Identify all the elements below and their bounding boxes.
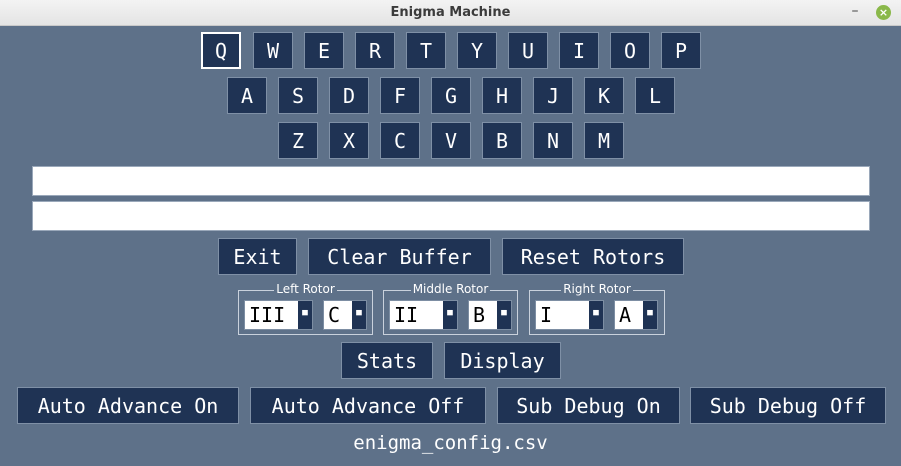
middle-rotor-select[interactable]: II ▄ xyxy=(389,300,458,330)
input-field[interactable] xyxy=(32,166,870,196)
middle-rotor-value: II xyxy=(394,303,419,327)
sub-debug-off-button[interactable]: Sub Debug Off xyxy=(690,387,886,424)
key-f[interactable]: F xyxy=(380,77,420,114)
key-t[interactable]: T xyxy=(406,32,446,69)
window-title: Enigma Machine xyxy=(390,5,511,20)
key-i[interactable]: I xyxy=(559,32,599,69)
right-rotor-group: Right Rotor I ▄ A ▄ xyxy=(529,282,665,335)
key-c[interactable]: C xyxy=(380,122,420,159)
key-z[interactable]: Z xyxy=(278,122,318,159)
left-rotor-group: Left Rotor III ▄ C ▄ xyxy=(238,282,373,335)
exit-button[interactable]: Exit xyxy=(218,238,297,275)
key-m[interactable]: M xyxy=(584,122,624,159)
middle-rotor-group: Middle Rotor II ▄ B ▄ xyxy=(383,282,518,335)
key-d[interactable]: D xyxy=(329,77,369,114)
middle-rotor-position-value: B xyxy=(473,303,486,327)
key-e[interactable]: E xyxy=(304,32,344,69)
left-rotor-label: Left Rotor xyxy=(274,282,337,296)
dropdown-arrow-icon[interactable]: ▄ xyxy=(352,301,366,329)
config-filename: enigma_config.csv xyxy=(353,432,548,454)
key-q[interactable]: Q xyxy=(201,32,241,69)
dropdown-arrow-icon[interactable]: ▄ xyxy=(589,301,603,329)
auto-advance-off-button[interactable]: Auto Advance Off xyxy=(250,387,486,424)
close-icon[interactable]: × xyxy=(876,5,891,20)
key-p[interactable]: P xyxy=(661,32,701,69)
key-w[interactable]: W xyxy=(253,32,293,69)
key-u[interactable]: U xyxy=(508,32,548,69)
key-b[interactable]: B xyxy=(482,122,522,159)
right-rotor-label: Right Rotor xyxy=(561,282,633,296)
left-rotor-select[interactable]: III ▄ xyxy=(244,300,313,330)
dropdown-arrow-icon[interactable]: ▄ xyxy=(443,301,457,329)
right-rotor-value: I xyxy=(540,303,553,327)
auto-advance-on-button[interactable]: Auto Advance On xyxy=(17,387,239,424)
key-a[interactable]: A xyxy=(227,77,267,114)
title-bar: Enigma Machine – × xyxy=(0,0,901,26)
sub-debug-on-button[interactable]: Sub Debug On xyxy=(497,387,680,424)
output-field[interactable] xyxy=(32,201,870,231)
key-n[interactable]: N xyxy=(533,122,573,159)
key-o[interactable]: O xyxy=(610,32,650,69)
left-rotor-value: III xyxy=(249,303,286,327)
key-g[interactable]: G xyxy=(431,77,471,114)
right-rotor-select[interactable]: I ▄ xyxy=(535,300,604,330)
key-h[interactable]: H xyxy=(482,77,522,114)
left-rotor-position-value: C xyxy=(328,303,341,327)
dropdown-arrow-icon[interactable]: ▄ xyxy=(643,301,657,329)
key-j[interactable]: J xyxy=(533,77,573,114)
display-button[interactable]: Display xyxy=(444,342,561,379)
right-rotor-position-select[interactable]: A ▄ xyxy=(614,300,658,330)
left-rotor-position-select[interactable]: C ▄ xyxy=(323,300,367,330)
clear-buffer-button[interactable]: Clear Buffer xyxy=(308,238,491,275)
key-y[interactable]: Y xyxy=(457,32,497,69)
middle-rotor-position-select[interactable]: B ▄ xyxy=(468,300,512,330)
stats-button[interactable]: Stats xyxy=(341,342,433,379)
key-v[interactable]: V xyxy=(431,122,471,159)
middle-rotor-label: Middle Rotor xyxy=(410,282,491,296)
key-l[interactable]: L xyxy=(635,77,675,114)
dropdown-arrow-icon[interactable]: ▄ xyxy=(298,301,312,329)
right-rotor-position-value: A xyxy=(619,303,632,327)
dropdown-arrow-icon[interactable]: ▄ xyxy=(497,301,511,329)
key-s[interactable]: S xyxy=(278,77,318,114)
key-k[interactable]: K xyxy=(584,77,624,114)
key-x[interactable]: X xyxy=(329,122,369,159)
minimize-icon[interactable]: – xyxy=(846,4,864,22)
key-r[interactable]: R xyxy=(355,32,395,69)
reset-rotors-button[interactable]: Reset Rotors xyxy=(502,238,684,275)
